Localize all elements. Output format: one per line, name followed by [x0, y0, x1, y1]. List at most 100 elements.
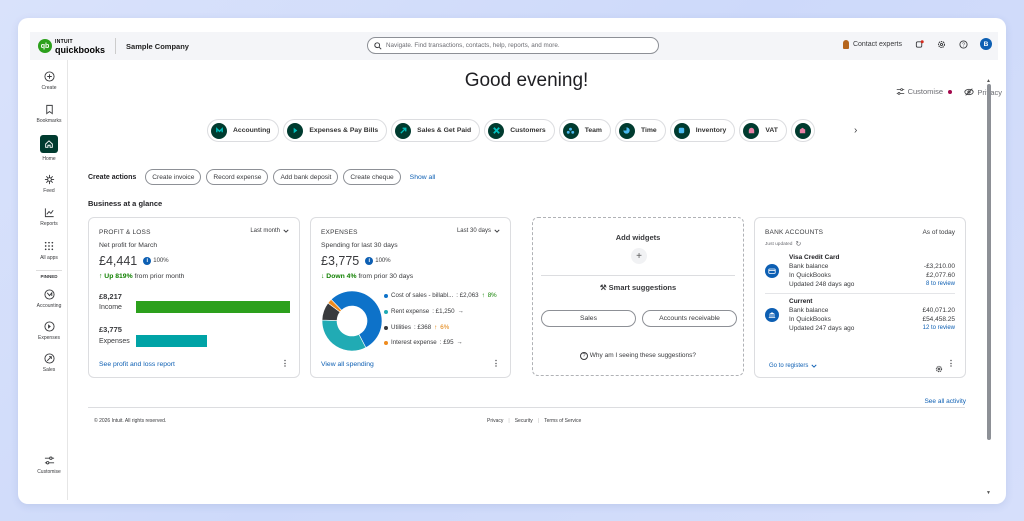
scrollbar-thumb[interactable] [987, 84, 991, 440]
customise-button[interactable]: Customise [896, 87, 952, 96]
chip-accounting[interactable]: Accounting [207, 119, 280, 142]
record-expense-button[interactable]: Record expense [206, 169, 269, 185]
user-avatar[interactable]: B [980, 38, 992, 50]
contact-experts-button[interactable]: Contact experts [842, 39, 902, 49]
go-to-registers-link[interactable]: Go to registers [769, 363, 817, 369]
legend-item[interactable]: Utilities : £368 ↑ 6% [384, 324, 449, 331]
income-bar[interactable] [136, 301, 290, 313]
terms-link[interactable]: Terms of Service [544, 418, 581, 424]
chevron-right-icon[interactable]: › [854, 125, 857, 136]
sliders-icon [896, 88, 904, 95]
period-dropdown[interactable]: Last month [250, 228, 289, 234]
view-all-spending-link[interactable]: View all spending [321, 361, 374, 368]
refresh-status[interactable]: Just updated ↻ [765, 240, 801, 248]
expenses-donut-chart[interactable] [321, 290, 383, 352]
sidebar-item-label: Home [42, 156, 56, 162]
sidebar-item-create[interactable]: Create [30, 70, 68, 91]
accounting-icon [43, 288, 55, 300]
legend-item[interactable]: Interest expense : £95 → [384, 339, 463, 346]
income-value: £8,217 [99, 292, 122, 301]
chip-inventory[interactable]: Inventory [669, 119, 736, 142]
create-invoice-button[interactable]: Create invoice [145, 169, 202, 185]
privacy-link[interactable]: Privacy [487, 418, 503, 424]
divider [36, 270, 62, 271]
why-suggestions-link[interactable]: ? Why am I seeing these suggestions? [533, 352, 743, 360]
chip-team[interactable]: Team [558, 119, 611, 142]
gear-icon[interactable] [935, 360, 943, 378]
bank-icon [765, 308, 779, 322]
quickbooks-logo[interactable]: qb INTUIT quickbooks [38, 39, 105, 54]
sidebar-item-customise[interactable]: Customise [30, 454, 68, 475]
bookmark-icon [43, 103, 55, 115]
legend-dot [384, 293, 388, 298]
inventory-icon [673, 122, 690, 139]
account-name: Current [789, 298, 813, 305]
sidebar-item-reports[interactable]: Reports [30, 206, 68, 227]
more-options-icon[interactable]: ⋮ [492, 359, 500, 368]
sidebar-item-label: Expenses [38, 335, 60, 341]
chip-more[interactable] [790, 119, 815, 142]
refresh-icon: ↻ [795, 241, 802, 248]
arrow-up-icon: ↑ [99, 273, 103, 280]
scroll-down-icon[interactable]: ▼ [986, 490, 991, 496]
sidebar-item-label: Customise [37, 469, 61, 475]
sidebar-item-sales[interactable]: Sales [30, 352, 68, 373]
trend-text: ↓ Down 4% from prior 30 days [321, 273, 413, 280]
legend-dot [384, 325, 388, 330]
account-name: Visa Credit Card [789, 254, 840, 261]
sidebar-item-bookmarks[interactable]: Bookmarks [30, 103, 68, 124]
more-options-icon[interactable]: ⋮ [281, 359, 289, 368]
scrollbar[interactable]: ▲ ▼ [986, 78, 992, 496]
chip-expenses[interactable]: Expenses & Pay Bills [283, 119, 388, 142]
separator: | [508, 418, 510, 424]
sparkle-icon [43, 173, 55, 185]
chip-time[interactable]: Time [614, 119, 666, 142]
notifications-icon[interactable] [914, 39, 924, 49]
chip-customers[interactable]: Customers [484, 119, 555, 142]
security-link[interactable]: Security [515, 418, 533, 424]
as-of-date: As of today [922, 229, 955, 236]
create-actions-title: Create actions [88, 173, 137, 181]
search-input[interactable]: Navigate. Find transactions, contacts, h… [367, 37, 659, 54]
legend-item[interactable]: Rent expense : £1,250 → [384, 308, 464, 315]
show-all-link[interactable]: Show all [410, 174, 436, 181]
updated-label: Just updated [765, 241, 793, 247]
sidebar-item-accounting[interactable]: Accounting [30, 288, 68, 309]
chart-icon [43, 206, 55, 218]
chip-label: Team [584, 127, 602, 134]
sales-suggestion-button[interactable]: Sales [541, 310, 636, 327]
expenses-bar[interactable] [136, 335, 207, 347]
add-widget-button[interactable]: + [631, 248, 647, 264]
expenses-icon [287, 122, 304, 139]
chip-sales[interactable]: Sales & Get Paid [391, 119, 481, 142]
sidebar-item-all-apps[interactable]: All apps [30, 240, 68, 261]
card-title: PROFIT & LOSS [99, 229, 151, 236]
review-link[interactable]: 8 to review [924, 280, 955, 289]
legend-item[interactable]: Cost of sales - billabl... : £2,063 ↑ 8% [384, 292, 497, 299]
bank-account-row[interactable]: Current Bank balance In QuickBooks Updat… [765, 297, 955, 333]
chip-vat[interactable]: VAT [739, 119, 787, 142]
create-cheque-button[interactable]: Create cheque [343, 169, 401, 185]
more-options-icon[interactable]: ⋮ [947, 359, 955, 368]
bank-account-row[interactable]: Visa Credit Card Bank balance In QuickBo… [765, 253, 955, 289]
company-name[interactable]: Sample Company [115, 38, 189, 54]
grid-icon [43, 240, 55, 252]
add-bank-deposit-button[interactable]: Add bank deposit [273, 169, 339, 185]
expert-avatar-icon [842, 39, 849, 49]
sidebar-item-feed[interactable]: Feed [30, 173, 68, 194]
gear-icon[interactable] [936, 39, 946, 49]
see-all-activity-link[interactable]: See all activity [924, 398, 966, 405]
privacy-toggle[interactable]: Privacy [964, 87, 1002, 97]
card-subtitle: Spending for last 30 days [321, 242, 398, 249]
bank-balance-label: Bank balance [789, 263, 829, 270]
pinned-label: PINNED [40, 274, 58, 279]
help-icon[interactable]: ? [958, 39, 968, 49]
pie-slice-rent-expense[interactable] [321, 319, 367, 352]
profit-loss-report-link[interactable]: See profit and loss report [99, 361, 175, 368]
sidebar-item-expenses[interactable]: Expenses [30, 320, 68, 341]
accounts-receivable-suggestion-button[interactable]: Accounts receivable [642, 310, 737, 327]
divider [765, 293, 955, 294]
sidebar-item-home[interactable]: Home [30, 135, 68, 162]
review-link[interactable]: 12 to review [922, 324, 955, 333]
period-dropdown[interactable]: Last 30 days [457, 228, 500, 234]
